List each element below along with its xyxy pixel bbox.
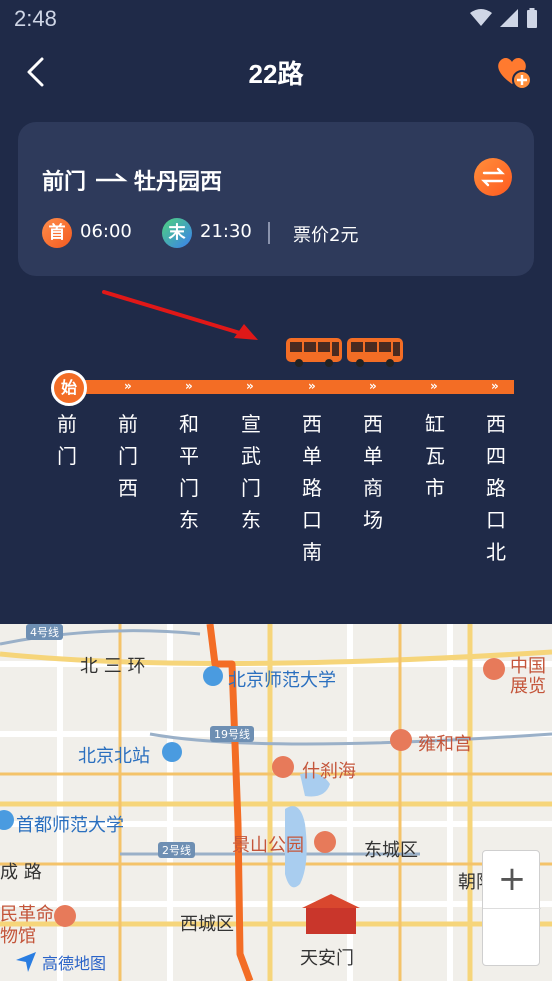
map-road-tag: 19号线 <box>210 726 254 742</box>
map-road-tag: 4号线 <box>26 624 63 640</box>
map-label: 展览 <box>510 676 546 697</box>
route-origin: 前门 <box>42 170 87 195</box>
direction-chevron-icon: » <box>246 379 254 393</box>
divider <box>268 222 270 244</box>
route-info-card: 前门 牡丹园西 首 06:00 末 21:30 票价2元 <box>18 122 534 276</box>
bus-icon <box>347 338 403 367</box>
station-4[interactable]: 西单路口南 <box>300 408 324 568</box>
status-icons <box>470 8 538 28</box>
station-7[interactable]: 西四路口北 <box>484 408 508 568</box>
annotation-arrow-icon <box>102 290 258 340</box>
favorite-button[interactable] <box>494 52 534 92</box>
direction-chevron-icon: » <box>308 379 316 393</box>
route-destination: 牡丹园西 <box>134 170 223 195</box>
map-label: 首都师范大学 <box>16 815 124 836</box>
map-logo: 高德地图 <box>14 950 106 974</box>
station-3[interactable]: 宣武门东 <box>239 408 263 536</box>
map-road-tag: 2号线 <box>158 842 195 858</box>
fare-label: 票价2元 <box>293 225 359 246</box>
map-label: 北京北站 <box>78 746 150 767</box>
zoom-in-button[interactable]: + <box>483 851 541 909</box>
map-logo-text: 高德地图 <box>42 954 107 973</box>
station-0[interactable]: 前门 <box>55 408 79 472</box>
map-label: 景山公园 <box>232 835 304 856</box>
station-6[interactable]: 缸瓦市 <box>423 408 447 504</box>
swap-icon <box>481 167 505 187</box>
first-bus-badge: 首 <box>42 218 72 248</box>
header: 22路 <box>0 38 552 108</box>
route-track <box>68 380 514 394</box>
status-bar: 2:48 <box>0 0 552 38</box>
direction-chevron-icon: » <box>491 379 499 393</box>
status-time: 2:48 <box>14 6 57 31</box>
arrow-right-icon <box>96 173 128 182</box>
route-map[interactable]: 4号线 北 三 环 北京师范大学 19号线 北京北站 什刹海 雍和宫 首都师范大… <box>0 624 552 981</box>
map-label: 北 三 环 <box>80 656 146 677</box>
zoom-out-button[interactable] <box>483 909 541 967</box>
map-label: 什刹海 <box>302 761 356 782</box>
first-bus-time: 06:00 <box>80 221 132 242</box>
swap-direction-button[interactable] <box>474 158 512 196</box>
map-label: 东城区 <box>364 840 418 861</box>
map-label: 雍和宫 <box>418 734 472 755</box>
wifi-icon <box>470 9 492 26</box>
battery-icon <box>527 8 537 28</box>
navigation-arrow-icon <box>16 952 36 972</box>
last-bus-time: 21:30 <box>200 221 252 242</box>
station-2[interactable]: 和平门东 <box>177 408 201 536</box>
heart-add-icon <box>498 58 532 90</box>
direction-chevron-icon: » <box>430 379 438 393</box>
map-label: 物馆 <box>0 926 36 947</box>
direction-chevron-icon: » <box>369 379 377 393</box>
direction-chevron-icon: » <box>185 379 193 393</box>
page-title: 22路 <box>248 59 304 89</box>
station-5[interactable]: 西单商场 <box>361 408 385 536</box>
map-label: 成 路 <box>0 862 42 883</box>
start-station-badge: 始 <box>51 370 87 406</box>
map-label: 北京师范大学 <box>228 670 336 691</box>
zoom-control: + <box>482 850 541 967</box>
route-line-diagram: » » » » » » » 始 前门 前门西 和平门东 宣武门东 西单路口南 西… <box>0 276 552 624</box>
station-1[interactable]: 前门西 <box>116 408 140 504</box>
map-label: 西城区 <box>180 914 234 935</box>
signal-icon <box>500 9 518 27</box>
map-label: 天安门 <box>300 948 354 969</box>
bus-icon <box>286 338 342 367</box>
direction-chevron-icon: » <box>124 379 132 393</box>
last-bus-badge: 末 <box>162 218 192 248</box>
